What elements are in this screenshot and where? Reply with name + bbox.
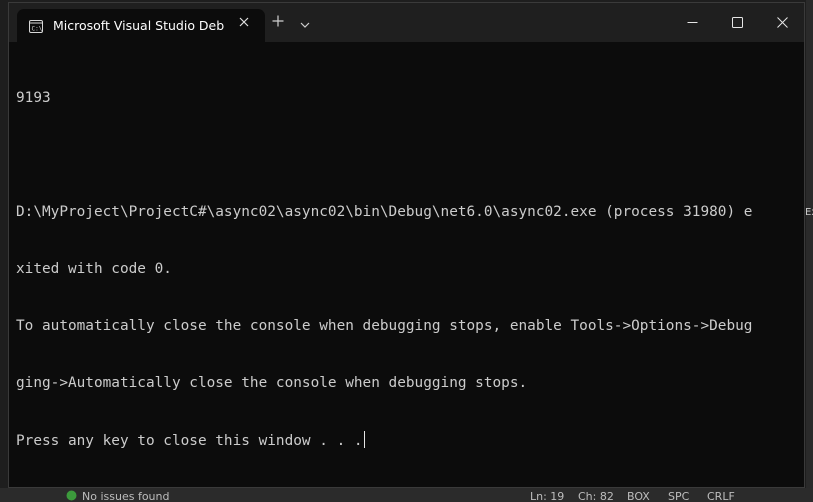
line-number[interactable]: Ln: 19 [530, 490, 564, 502]
console-line-prompt: Press any key to close this window . . . [16, 431, 752, 450]
check-icon [66, 490, 77, 502]
console-line: xited with code 0. [16, 261, 172, 277]
line-ending[interactable]: CRLF [707, 490, 735, 502]
console-output[interactable]: 9193 D:\MyProject\ProjectC#\async02\asyn… [9, 42, 804, 487]
selection-mode[interactable]: BOX [627, 490, 650, 502]
char-number[interactable]: Ch: 82 [578, 490, 614, 502]
background-ide-side-panel: Ex [805, 0, 813, 502]
console-line: ging->Automatically close the console wh… [16, 375, 528, 391]
tab-debug-console[interactable]: C:\ Microsoft Visual Studio Debug [17, 9, 265, 42]
whitespace-mode[interactable]: SPC [668, 490, 689, 502]
terminal-window: C:\ Microsoft Visual Studio Debug 9193 D… [8, 2, 805, 488]
tab-title: Microsoft Visual Studio Debug [53, 18, 225, 33]
minimize-icon[interactable] [670, 7, 714, 37]
close-icon[interactable] [760, 7, 804, 37]
title-bar[interactable]: C:\ Microsoft Visual Studio Debug [9, 3, 804, 42]
console-text: 9193 D:\MyProject\ProjectC#\async02\asyn… [16, 51, 752, 487]
prompt-text: Press any key to close this window . . . [16, 433, 363, 449]
console-line: To automatically close the console when … [16, 318, 753, 334]
close-icon[interactable] [237, 17, 251, 31]
console-line: 9193 [16, 90, 51, 106]
background-status-bar: No issues found Ln: 19 Ch: 82 BOX SPC CR… [0, 488, 813, 502]
plus-icon[interactable] [271, 15, 285, 29]
chevron-down-icon[interactable] [300, 15, 314, 29]
console-line: D:\MyProject\ProjectC#\async02\async02\b… [16, 204, 753, 220]
console-app-icon: C:\ [29, 18, 43, 33]
maximize-icon[interactable] [715, 7, 759, 37]
issues-status[interactable]: No issues found [82, 490, 169, 502]
svg-text:C:\: C:\ [32, 26, 43, 33]
side-panel-label: Ex [805, 207, 813, 218]
text-cursor [363, 431, 365, 448]
